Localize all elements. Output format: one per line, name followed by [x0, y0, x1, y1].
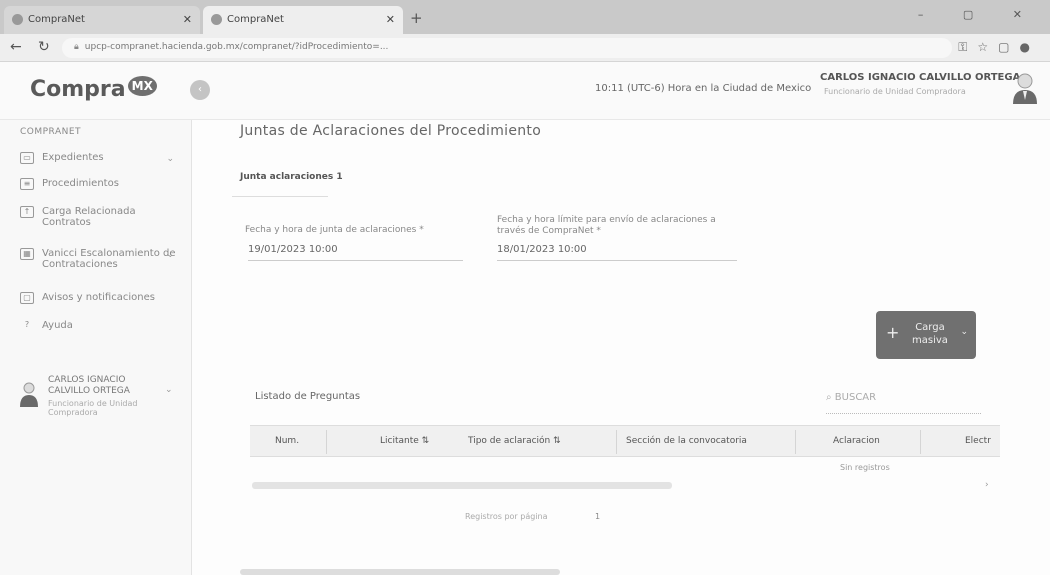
- folder-icon: ▭: [20, 152, 34, 164]
- column-num[interactable]: Num.: [275, 436, 299, 446]
- empty-table-text: Sin registros: [840, 463, 890, 472]
- sidebar-item-carga-relacionada[interactable]: ↑ Carga Relacionada Contratos: [20, 206, 180, 228]
- bell-icon: ▢: [20, 292, 34, 304]
- carga-label-line2: masiva: [912, 335, 948, 346]
- sidebar-user-name: CARLOS IGNACIO CALVILLO ORTEGA: [48, 375, 130, 396]
- back-icon[interactable]: ←: [10, 39, 22, 55]
- chevron-right-icon[interactable]: ›: [985, 480, 989, 490]
- browser-tab-label: CompraNet: [227, 14, 284, 25]
- app-header: Compra MX ‹ 10:11 (UTC-6) Hora en la Ciud…: [0, 62, 1050, 120]
- sidebar-item-avisos[interactable]: ▢ Avisos y notificaciones: [20, 292, 180, 304]
- carga-masiva-label: Carga masiva: [912, 321, 948, 347]
- sidebar-item-escalonamiento[interactable]: ▦ Vanicci Escalonamiento de Contratacion…: [20, 248, 180, 270]
- favicon-icon: [12, 14, 23, 25]
- plus-icon: +: [886, 323, 900, 342]
- url-text: upcp-compranet.hacienda.gob.mx/compranet…: [84, 42, 389, 52]
- sidebar-item-label: Carga Relacionada Contratos: [42, 206, 136, 228]
- limit-date-label: Fecha y hora límite para envío de aclara…: [497, 215, 716, 236]
- logo-badge: MX: [127, 76, 157, 96]
- close-icon[interactable]: ✕: [183, 13, 192, 26]
- reload-icon[interactable]: ↻: [38, 39, 50, 55]
- limit-date-field[interactable]: 18/01/2023 10:00: [497, 244, 737, 261]
- page-title: Juntas de Aclaraciones del Procedimiento: [240, 123, 542, 139]
- user-avatar-icon: [20, 382, 38, 407]
- paginator-label: Registros por página: [465, 512, 548, 521]
- sort-icon: ⇅: [553, 436, 561, 446]
- tab-junta-aclaraciones[interactable]: Junta aclaraciones 1: [240, 172, 343, 188]
- table-scrollbar[interactable]: [252, 482, 672, 489]
- url-input[interactable]: 🔒︎ upcp-compranet.hacienda.gob.mx/compran…: [62, 38, 952, 58]
- sidebar-item-expedientes[interactable]: ▭ Expedientes ⌄: [20, 152, 180, 164]
- lock-icon: 🔒︎: [74, 42, 79, 52]
- carga-label-line1: Carga: [915, 322, 945, 333]
- carga-masiva-button[interactable]: + Carga masiva ⌄: [876, 311, 976, 359]
- address-bar: ← ↻ 🔒︎ upcp-compranet.hacienda.gob.mx/com…: [0, 34, 1050, 62]
- upload-icon: ↑: [20, 206, 34, 218]
- column-divider: [795, 430, 796, 454]
- column-aclaracion[interactable]: Aclaracion: [833, 436, 880, 446]
- search-placeholder: BUSCAR: [834, 392, 877, 403]
- junta-date-field[interactable]: 19/01/2023 10:00: [248, 244, 463, 261]
- sidebar-item-label: Ayuda: [42, 320, 73, 331]
- column-licitante[interactable]: Licitante ⇅: [380, 436, 429, 446]
- sidebar-item-label: Avisos y notificaciones: [42, 292, 155, 303]
- browser-tab-2[interactable]: CompraNet ✕: [203, 6, 403, 34]
- chevron-down-icon: ⌄: [165, 385, 173, 395]
- search-input[interactable]: ⌕ BUSCAR: [826, 392, 981, 414]
- tab-divider: [232, 196, 328, 197]
- avatar[interactable]: [1012, 72, 1038, 104]
- footer-section: [240, 569, 560, 575]
- sidebar-item-label: Vanicci Escalonamiento de Contrataciones: [42, 248, 176, 270]
- sidebar-item-procedimientos[interactable]: ≡ Procedimientos: [20, 178, 180, 190]
- close-icon[interactable]: ✕: [386, 13, 395, 26]
- new-tab-button[interactable]: +: [410, 9, 423, 27]
- junta-date-label: Fecha y hora de junta de aclaraciones *: [245, 225, 424, 235]
- collapse-sidebar-button[interactable]: ‹: [190, 80, 210, 100]
- window-controls[interactable]: – ▢ ✕: [918, 8, 1040, 21]
- paginator-page-number[interactable]: 1: [595, 512, 600, 521]
- header-time: 10:11 (UTC-6) Hora en la Ciudad de Mexic…: [595, 83, 812, 94]
- sidebar-user[interactable]: CARLOS IGNACIO CALVILLO ORTEGA Funcionar…: [20, 375, 180, 435]
- logo-text: Compra: [30, 77, 126, 102]
- chevron-down-icon[interactable]: ⌄: [960, 327, 968, 337]
- sidebar: COMPRANET ▭ Expedientes ⌄ ≡ Procedimient…: [0, 120, 192, 575]
- compranet-logo[interactable]: Compra MX: [30, 76, 157, 102]
- sidebar-title: COMPRANET: [20, 127, 82, 137]
- chevron-left-icon: ‹: [198, 84, 202, 95]
- chevron-down-icon: ⌄: [166, 250, 174, 260]
- browser-tab-label: CompraNet: [28, 14, 85, 25]
- list-title: Listado de Preguntas: [255, 391, 361, 402]
- header-user-name[interactable]: CARLOS IGNACIO CALVILLO ORTEGA: [820, 72, 1020, 83]
- browser-tab-1[interactable]: CompraNet ✕: [4, 6, 200, 34]
- column-divider: [326, 430, 327, 454]
- list-icon: ≡: [20, 178, 34, 190]
- help-icon: ?: [24, 320, 30, 329]
- browser-toolbar-icons[interactable]: ⚿☆▢●: [958, 40, 1040, 55]
- sidebar-user-role: Funcionario de Unidad Compradora: [48, 399, 138, 417]
- header-user-role: Funcionario de Unidad Compradora: [824, 87, 966, 96]
- chevron-down-icon: ⌄: [166, 154, 174, 164]
- favicon-icon: [211, 14, 222, 25]
- column-electronica[interactable]: Electr: [965, 436, 991, 446]
- table-icon: ▦: [20, 248, 34, 260]
- column-seccion[interactable]: Sección de la convocatoria: [626, 436, 747, 446]
- column-divider: [616, 430, 617, 454]
- sidebar-item-label: Procedimientos: [42, 178, 119, 189]
- browser-tab-bar: CompraNet ✕ CompraNet ✕ + – ▢ ✕: [0, 0, 1050, 34]
- sort-icon: ⇅: [421, 436, 430, 446]
- search-icon: ⌕: [826, 392, 832, 403]
- column-tipo-aclaracion[interactable]: Tipo de aclaración ⇅: [468, 436, 561, 446]
- sidebar-item-label: Expedientes: [42, 152, 104, 163]
- column-label: Licitante: [380, 436, 419, 446]
- table-header: Num. Licitante ⇅ Tipo de aclaración ⇅ Se…: [250, 425, 1000, 457]
- column-label: Tipo de aclaración: [468, 436, 551, 446]
- column-divider: [920, 430, 921, 454]
- sidebar-item-ayuda[interactable]: ? Ayuda: [20, 320, 180, 332]
